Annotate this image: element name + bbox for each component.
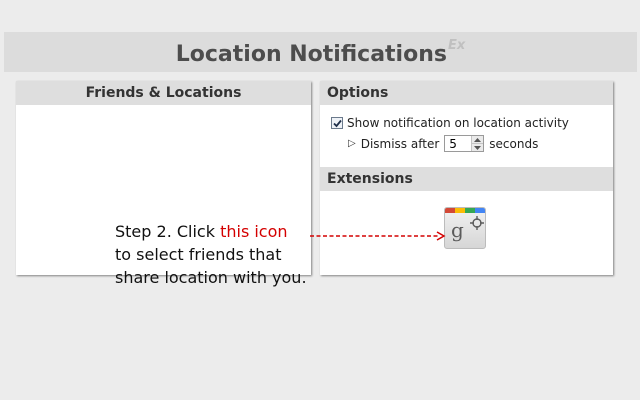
callout-arrow bbox=[310, 231, 446, 241]
stepper-up-button[interactable] bbox=[472, 136, 484, 143]
title-bar: Location NotificationsEx bbox=[4, 32, 637, 72]
options-panel-header: Options bbox=[320, 81, 613, 105]
checkmark-icon bbox=[333, 119, 342, 128]
gplus-color-stripe bbox=[445, 208, 485, 213]
crosshair-icon bbox=[470, 216, 484, 230]
extensions-panel-header: Extensions bbox=[320, 167, 613, 191]
dismiss-seconds-stepper[interactable] bbox=[444, 135, 485, 152]
instruction-callout: Step 2. Click this icon to select friend… bbox=[115, 220, 307, 289]
google-plus-location-icon[interactable]: g bbox=[444, 207, 486, 249]
show-notification-label[interactable]: Show notification on location activity bbox=[347, 116, 569, 130]
callout-line2: to select friends that bbox=[115, 245, 282, 264]
dismiss-suffix-label: seconds bbox=[489, 136, 539, 151]
chevron-up-icon bbox=[474, 137, 482, 142]
callout-line1-prefix: Step 2. Click bbox=[115, 222, 221, 241]
dismiss-row: ▷ Dismiss after seconds bbox=[348, 135, 538, 152]
show-notification-checkbox[interactable] bbox=[331, 117, 343, 129]
stepper-buttons bbox=[471, 136, 484, 151]
friends-panel-header: Friends & Locations bbox=[16, 81, 311, 105]
page-title-text: Location Notifications bbox=[175, 42, 447, 67]
gplus-letter: g bbox=[451, 218, 464, 242]
stepper-down-button[interactable] bbox=[472, 143, 484, 151]
chevron-down-icon bbox=[474, 145, 482, 150]
callout-line1: Step 2. Click this icon bbox=[115, 220, 307, 243]
triangle-right-icon: ▷ bbox=[348, 138, 356, 149]
dismiss-prefix-label: Dismiss after bbox=[360, 136, 440, 151]
options-panel: Options Show notification on location ac… bbox=[320, 81, 613, 275]
dismiss-seconds-input[interactable] bbox=[445, 136, 472, 151]
callout-highlight: this icon bbox=[220, 222, 288, 241]
page-title-suffix: Ex bbox=[447, 38, 466, 53]
callout-line3: share location with you. bbox=[115, 268, 307, 287]
show-notification-row: Show notification on location activity bbox=[331, 116, 569, 130]
page-title: Location NotificationsEx bbox=[4, 38, 637, 67]
